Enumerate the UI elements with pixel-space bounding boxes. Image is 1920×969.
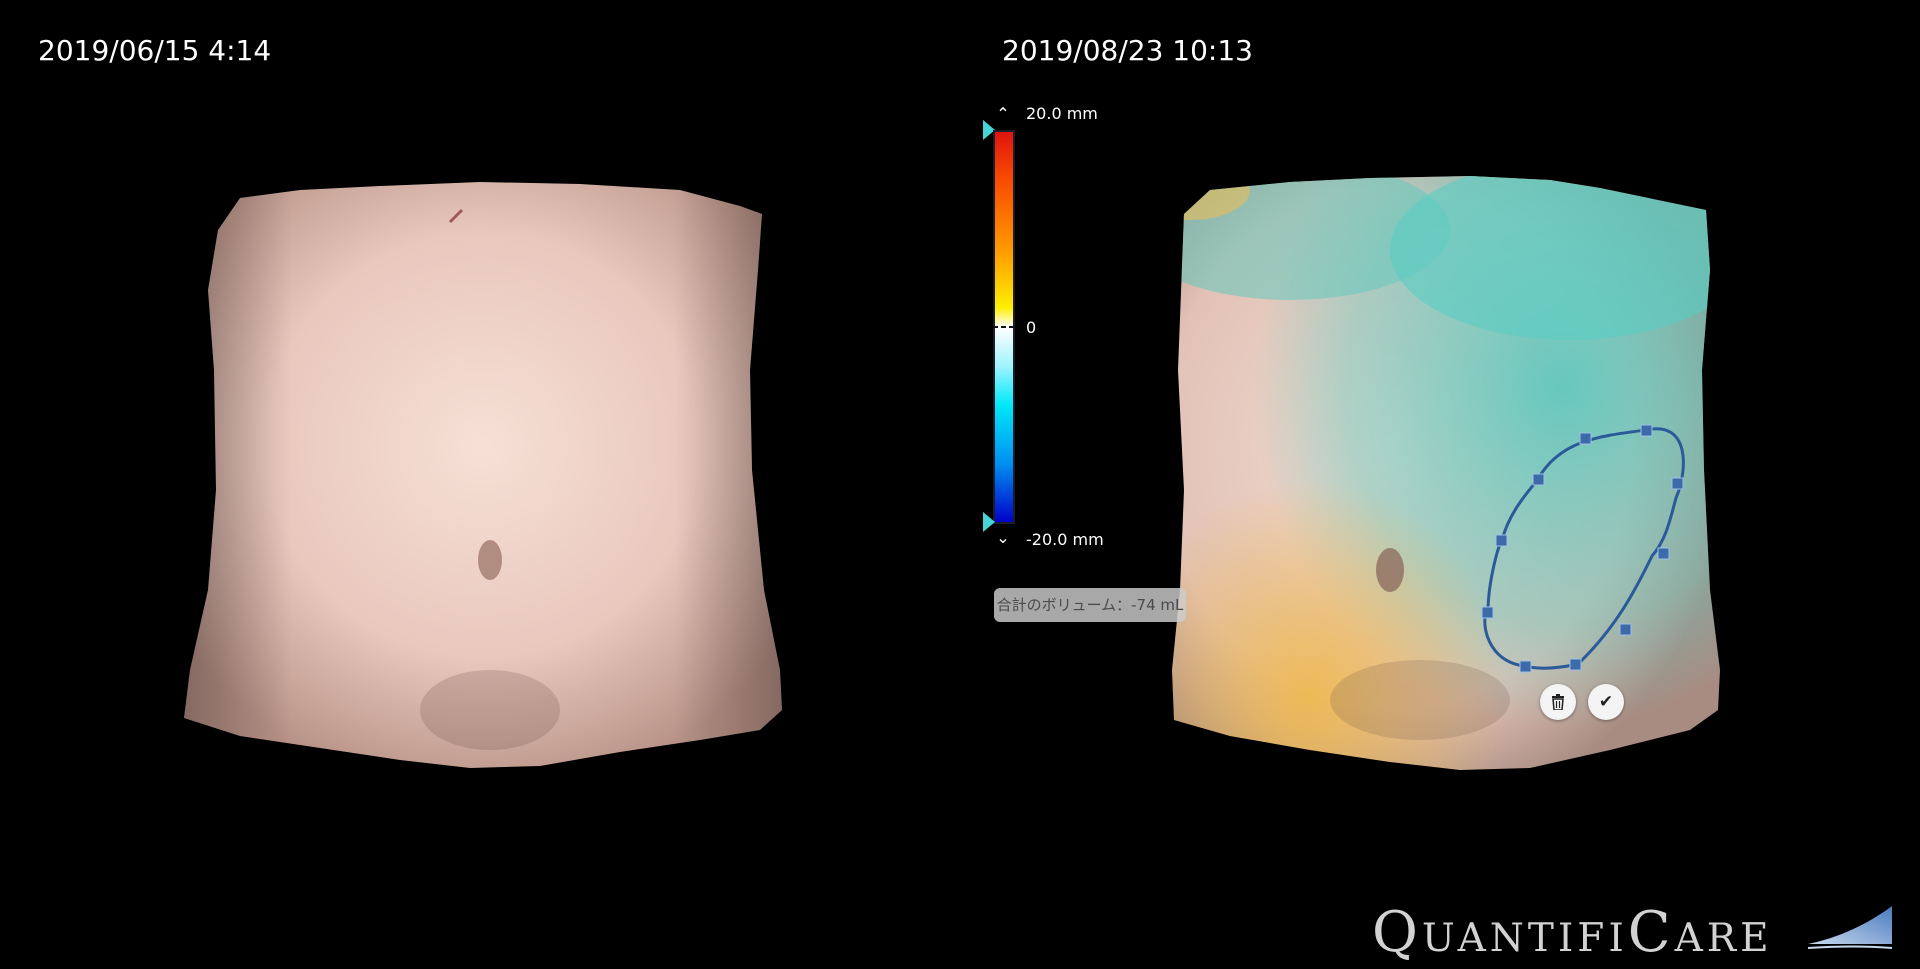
- outline-handle[interactable]: [1569, 658, 1582, 671]
- total-volume-tooltip: 合計のボリューム：-74 mL: [994, 588, 1186, 622]
- scale-zero-tick: [993, 326, 1015, 328]
- confirm-region-button[interactable]: ✔: [1588, 684, 1624, 720]
- outline-handle[interactable]: [1619, 623, 1632, 636]
- scale-min-label: -20.0 mm: [1026, 530, 1104, 549]
- scale-min-decrease-icon[interactable]: ⌄: [993, 528, 1013, 547]
- outline-handle[interactable]: [1519, 660, 1532, 673]
- outline-handle[interactable]: [1671, 477, 1684, 490]
- outline-handle[interactable]: [1579, 432, 1592, 445]
- scale-zero-label: 0: [1026, 318, 1037, 337]
- logo-swoosh-icon: [1808, 906, 1893, 949]
- scale-max-label: 20.0 mm: [1026, 104, 1098, 123]
- outline-handle[interactable]: [1481, 606, 1494, 619]
- scale-max-increase-icon[interactable]: ⌃: [993, 104, 1013, 123]
- outline-handle[interactable]: [1495, 534, 1508, 547]
- region-selection-outline[interactable]: [0, 0, 1920, 969]
- check-icon: ✔: [1598, 692, 1614, 712]
- delete-region-button[interactable]: [1540, 684, 1576, 720]
- outline-handle[interactable]: [1657, 547, 1670, 560]
- outline-handle[interactable]: [1640, 424, 1653, 437]
- region-outline-path[interactable]: [1483, 427, 1685, 670]
- brand-logo-text: QuantifiCare: [1372, 900, 1773, 965]
- outline-handle[interactable]: [1532, 473, 1545, 486]
- trash-icon: [1552, 694, 1564, 710]
- brand-logo: QuantifiCare: [1372, 900, 1773, 965]
